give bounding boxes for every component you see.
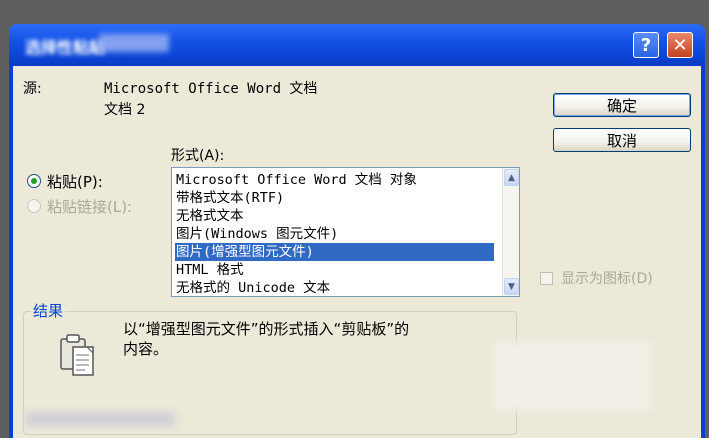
result-description-line1: 以“增强型图元文件”的形式插入“剪贴板”的 <box>123 320 410 338</box>
blur-patch-right <box>493 341 653 411</box>
paste-radio-label[interactable]: 粘贴(P): <box>47 171 103 192</box>
display-as-icon-checkbox[interactable] <box>540 272 553 285</box>
title-bar[interactable]: 选择性粘贴 ? ✕ <box>9 24 705 66</box>
ok-button[interactable]: 确定 <box>553 93 691 117</box>
format-item[interactable]: HTML 格式 <box>175 261 494 279</box>
paste-radio[interactable] <box>27 174 41 188</box>
paste-link-radio[interactable] <box>27 199 41 213</box>
help-icon: ? <box>640 34 652 56</box>
blur-patch-bottom <box>25 412 175 426</box>
dialog-title: 选择性粘贴 <box>25 38 106 57</box>
scroll-down-arrow-icon[interactable]: ▼ <box>504 278 519 295</box>
result-description-line2: 内容。 <box>123 340 169 358</box>
close-button[interactable]: ✕ <box>667 32 693 58</box>
dialog-body: 源: Microsoft Office Word 文档 文档 2 形式(A): … <box>13 66 701 438</box>
format-label: 形式(A): <box>171 148 225 164</box>
paste-link-radio-label[interactable]: 粘贴链接(L): <box>47 196 132 217</box>
result-title: 结果 <box>31 300 66 321</box>
format-listbox[interactable]: Microsoft Office Word 文档 对象 带格式文本(RTF) 无… <box>171 167 520 297</box>
format-item[interactable]: Microsoft Office Word 文档 对象 <box>175 171 494 189</box>
source-document: 文档 2 <box>104 102 146 118</box>
scroll-up-arrow-icon[interactable]: ▲ <box>504 169 519 186</box>
format-item[interactable]: 无格式文本 <box>175 207 494 225</box>
title-blur-patch <box>99 34 169 52</box>
format-item[interactable]: 无格式的 Unicode 文本 <box>175 279 494 297</box>
help-button[interactable]: ? <box>633 32 659 58</box>
format-item-selected[interactable]: 图片(增强型图元文件) <box>175 243 494 261</box>
close-icon: ✕ <box>672 34 688 56</box>
display-as-icon-label[interactable]: 显示为图标(D) <box>561 268 653 288</box>
format-item[interactable]: 图片(Windows 图元文件) <box>175 225 494 243</box>
paste-special-dialog: 选择性粘贴 ? ✕ 源: Microsoft Office Word 文档 文档… <box>9 24 705 438</box>
format-item[interactable]: 带格式文本(RTF) <box>175 189 494 207</box>
source-label: 源: <box>23 81 42 97</box>
cancel-button[interactable]: 取消 <box>553 128 691 152</box>
source-app: Microsoft Office Word 文档 <box>104 81 318 97</box>
format-list-scrollbar[interactable]: ▲ ▼ <box>502 168 519 296</box>
clipboard-icon <box>57 331 99 379</box>
